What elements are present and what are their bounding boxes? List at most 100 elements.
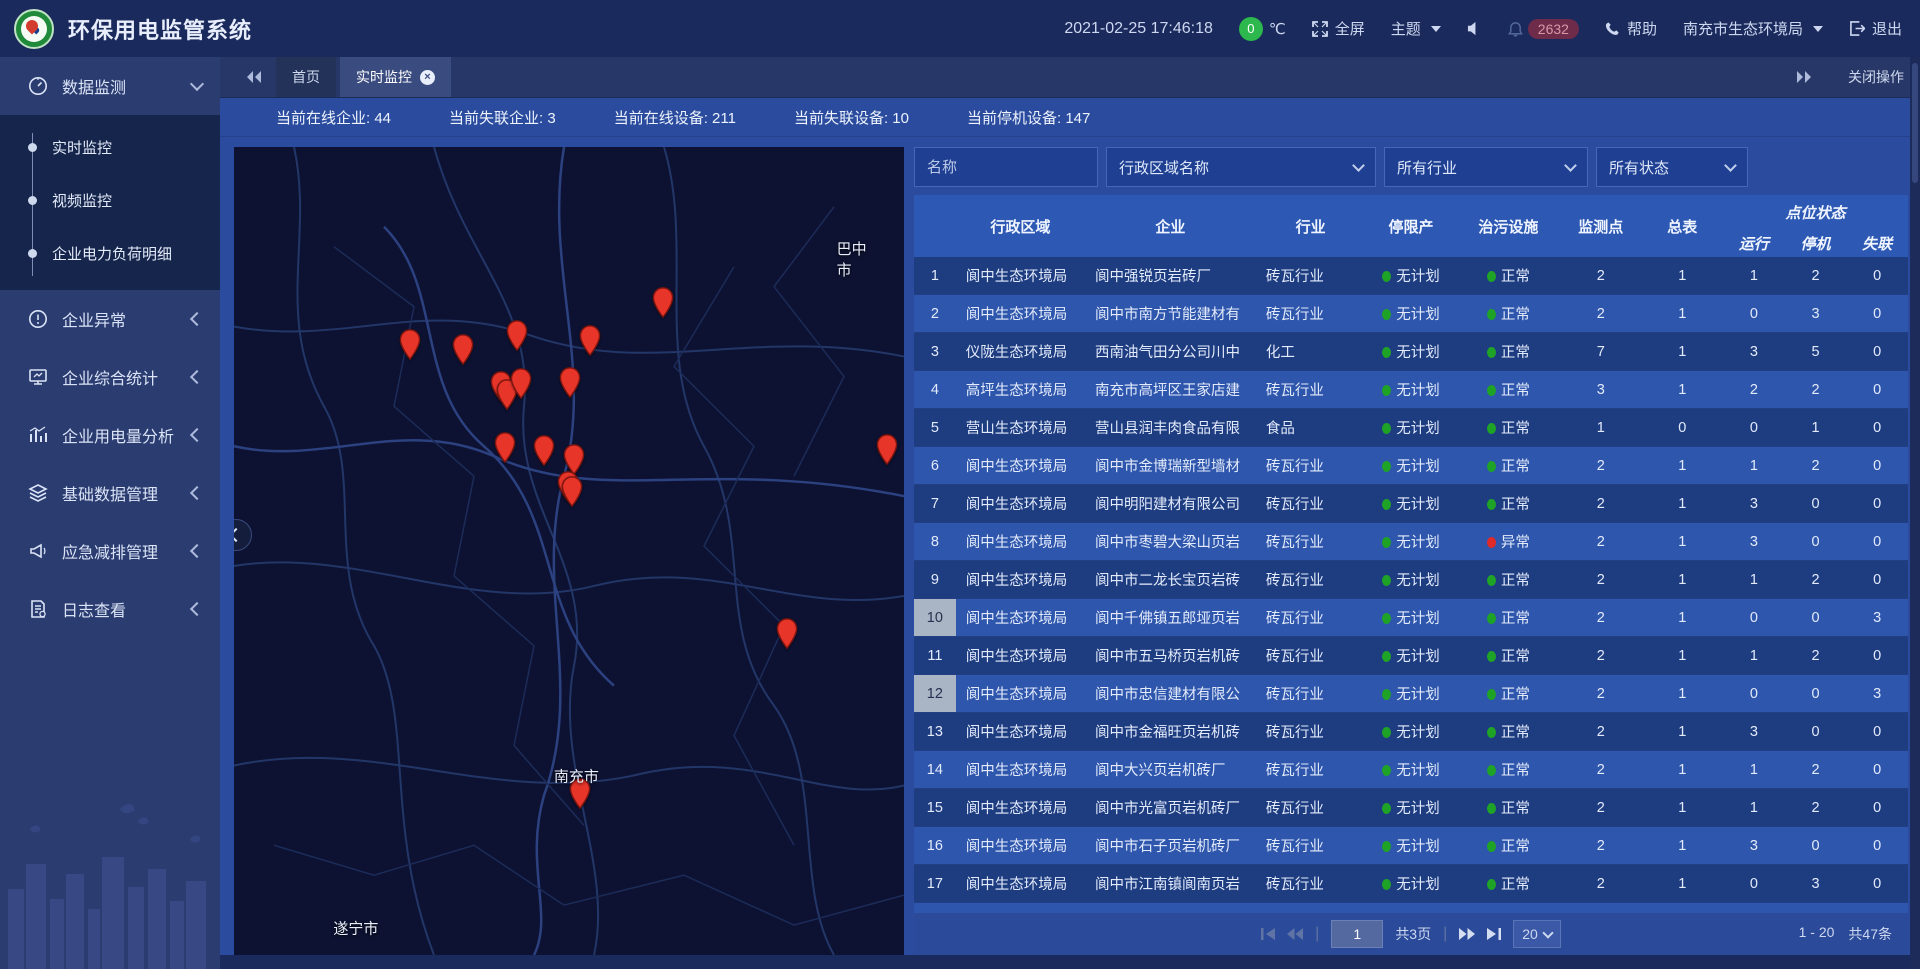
close-operations-button[interactable]: 关闭操作 (1848, 67, 1904, 87)
org-dropdown[interactable]: 南充市生态环境局 (1683, 18, 1823, 39)
theme-dropdown[interactable]: 主题 (1391, 18, 1441, 39)
map-pin[interactable] (561, 476, 583, 507)
name-search-input[interactable] (914, 147, 1098, 187)
table-row[interactable]: 6阆中生态环境局阆中市金博瑞新型墙材砖瓦行业无计划正常21120 (914, 447, 1908, 485)
scrollbar-thumb[interactable] (1912, 63, 1918, 183)
cell: 正常 (1457, 713, 1560, 751)
logout-button[interactable]: 退出 (1849, 18, 1902, 39)
region-select[interactable]: 行政区域名称 (1106, 147, 1376, 187)
table-row[interactable]: 10阆中生态环境局阆中千佛镇五郎垭页岩砖瓦行业无计划正常21003 (914, 599, 1908, 637)
cell: 正常 (1457, 751, 1560, 789)
tab-realtime[interactable]: 实时监控 × (340, 57, 451, 97)
sidebar-item-power-analysis[interactable]: 企业用电量分析 (0, 406, 220, 464)
table-row[interactable]: 16阆中生态环境局阆中市石子页岩机砖厂砖瓦行业无计划正常21300 (914, 827, 1908, 865)
tab-home[interactable]: 首页 (276, 57, 336, 97)
sidebar-subitem-video[interactable]: 视频监控 (0, 174, 220, 227)
table-row[interactable]: 12阆中生态环境局阆中市忠信建材有限公砖瓦行业无计划正常21003 (914, 675, 1908, 713)
cell: 1 (1723, 637, 1785, 675)
cell: 阆中市五马桥页岩机砖 (1085, 637, 1256, 675)
page-size-select[interactable]: 20 (1513, 920, 1561, 948)
chevron-down-icon (1813, 26, 1823, 32)
map-pin[interactable] (452, 334, 474, 365)
industry-select[interactable]: 所有行业 (1384, 147, 1588, 187)
notifications-button[interactable]: 2632 (1508, 19, 1579, 39)
table-row[interactable]: 3仪陇生态环境局西南油气田分公司川中化工无计划正常71350 (914, 333, 1908, 371)
cell: 正常 (1457, 599, 1560, 637)
monitor-stats-icon (28, 367, 48, 387)
last-page-button[interactable] (1487, 928, 1501, 940)
table-row[interactable]: 11阆中生态环境局阆中市五马桥页岩机砖砖瓦行业无计划正常21120 (914, 637, 1908, 675)
sidebar-item-enterprise-stats[interactable]: 企业综合统计 (0, 348, 220, 406)
sidebar-item-emission-management[interactable]: 应急减排管理 (0, 522, 220, 580)
sidebar-item-log-view[interactable]: 日志查看 (0, 580, 220, 638)
sidebar-item-base-data[interactable]: 基础数据管理 (0, 464, 220, 522)
tabs-scroll-right-button[interactable] (1786, 71, 1822, 83)
row-number-cell: 14 (914, 751, 956, 789)
table-header: 行政区域 企业 行业 停限产 治污设施 监测点 总表 点位状态 运行 (914, 195, 1908, 257)
page-number-input[interactable] (1331, 920, 1383, 948)
table-row[interactable]: 17阆中生态环境局阆中市江南镇阆南页岩砖瓦行业无计划正常21030 (914, 865, 1908, 903)
map-pin[interactable] (652, 287, 674, 318)
sidebar-item-label: 基础数据管理 (62, 481, 178, 505)
cell: 2 (1560, 485, 1642, 523)
map-pin[interactable] (579, 325, 601, 356)
table-row[interactable]: 1阆中生态环境局阆中强锐页岩砖厂砖瓦行业无计划正常21120 (914, 257, 1908, 295)
table-row[interactable]: 5营山生态环境局营山县润丰肉食品有限食品无计划正常10010 (914, 409, 1908, 447)
cell: 3 (1723, 827, 1785, 865)
cell: 高坪生态环境局 (956, 371, 1085, 409)
cell: 阆中生态环境局 (956, 447, 1085, 485)
map-pin[interactable] (494, 432, 516, 463)
cell: 砖瓦行业 (1256, 447, 1365, 485)
cell: 3 (1723, 713, 1785, 751)
cell: 0 (1846, 827, 1908, 865)
bar-chart-icon (28, 425, 48, 445)
table-row[interactable]: 14阆中生态环境局阆中大兴页岩机砖厂砖瓦行业无计划正常21120 (914, 751, 1908, 789)
table-row[interactable]: 4高坪生态环境局南充市高坪区王家店建砖瓦行业无计划正常31220 (914, 371, 1908, 409)
cell: 1 (1723, 789, 1785, 827)
map-pin[interactable] (506, 320, 528, 351)
table-row[interactable]: 13阆中生态环境局阆中市金福旺页岩机砖砖瓦行业无计划正常21300 (914, 713, 1908, 751)
cell: 2 (1560, 713, 1642, 751)
sidebar-item-enterprise-anomaly[interactable]: 企业异常 (0, 290, 220, 348)
table-row[interactable]: 15阆中生态环境局阆中市光富页岩机砖厂砖瓦行业无计划正常21120 (914, 789, 1908, 827)
fullscreen-button[interactable]: 全屏 (1312, 18, 1365, 39)
cell: 无计划 (1365, 827, 1456, 865)
scrollbar-track[interactable] (1910, 57, 1920, 969)
cell: 2 (1560, 751, 1642, 789)
cell: 正常 (1457, 257, 1560, 295)
table-row[interactable]: 9阆中生态环境局阆中市二龙长宝页岩砖砖瓦行业无计划正常21120 (914, 561, 1908, 599)
cell: 0 (1846, 865, 1908, 903)
map-pin[interactable] (876, 434, 898, 465)
map-pin[interactable] (533, 435, 555, 466)
cell: 无计划 (1365, 295, 1456, 333)
map-pin[interactable] (399, 329, 421, 360)
cell: 无计划 (1365, 447, 1456, 485)
stat-item: 当前失联设备: 10 (794, 107, 909, 128)
table-row[interactable]: 7阆中生态环境局阆中明阳建材有限公司砖瓦行业无计划正常21300 (914, 485, 1908, 523)
map-canvas[interactable]: 巴中市南充市遂宁市 (234, 147, 904, 955)
cell: 无计划 (1365, 485, 1456, 523)
col-stop: 停机 (1785, 229, 1847, 257)
table-row[interactable]: 2阆中生态环境局阆中市南方节能建材有砖瓦行业无计划正常21030 (914, 295, 1908, 333)
next-page-button[interactable] (1459, 928, 1475, 940)
sidebar-subitem-realtime[interactable]: 实时监控 (0, 121, 220, 174)
first-page-button[interactable] (1261, 928, 1275, 940)
status-select[interactable]: 所有状态 (1596, 147, 1748, 187)
help-button[interactable]: 帮助 (1605, 18, 1657, 39)
prev-page-button[interactable] (1287, 928, 1303, 940)
map-pin[interactable] (559, 367, 581, 398)
cell: 1 (1642, 257, 1724, 295)
sidebar-subitem-power-load[interactable]: 企业电力负荷明细 (0, 227, 220, 280)
tabs-scroll-left-button[interactable] (236, 71, 272, 83)
cell: 无计划 (1365, 599, 1456, 637)
sidebar-item-data-monitoring[interactable]: 数据监测 (0, 57, 220, 115)
map-pin[interactable] (510, 368, 532, 399)
table-row[interactable]: 8阆中生态环境局阆中市枣碧大梁山页岩砖瓦行业无计划异常21300 (914, 523, 1908, 561)
voice-toggle-button[interactable] (1467, 21, 1482, 36)
map-pin[interactable] (776, 618, 798, 649)
cell: 阆中生态环境局 (956, 561, 1085, 599)
cell: 砖瓦行业 (1256, 789, 1365, 827)
cell: 1 (1723, 561, 1785, 599)
tab-close-icon[interactable]: × (420, 70, 435, 85)
cell: 2 (1560, 827, 1642, 865)
